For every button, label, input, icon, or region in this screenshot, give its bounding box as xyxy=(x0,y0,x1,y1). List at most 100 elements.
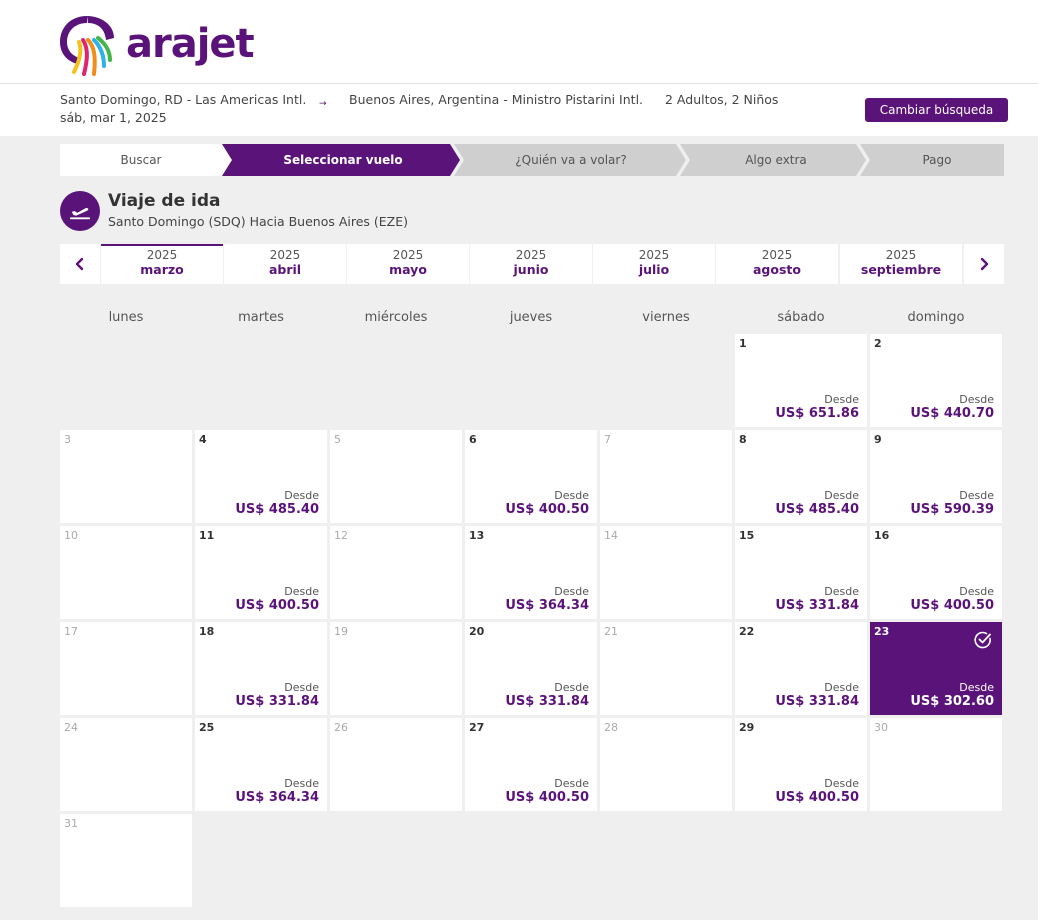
desde-label: Desde xyxy=(959,681,994,694)
change-search-button[interactable]: Cambiar búsqueda xyxy=(865,98,1008,122)
fare-price: US$ 651.86 xyxy=(775,406,859,421)
month-tab-abril[interactable]: 2025 abril xyxy=(224,244,346,284)
weekday-jueves: jueves xyxy=(509,310,553,325)
calendar-day-cell[interactable]: 22 Desde US$ 331.84 xyxy=(735,622,867,715)
fare-price: US$ 440.70 xyxy=(910,406,994,421)
fare-price: US$ 400.50 xyxy=(505,790,589,805)
day-number: 4 xyxy=(199,433,207,446)
month-tab-mayo[interactable]: 2025 mayo xyxy=(347,244,469,284)
calendar-day-cell[interactable]: 8 Desde US$ 485.40 xyxy=(735,430,867,523)
passengers-text: 2 Adultos, 2 Niños xyxy=(665,92,779,107)
desde-label: Desde xyxy=(554,585,589,598)
desde-label: Desde xyxy=(284,681,319,694)
calendar-day-cell: 12 xyxy=(330,526,462,619)
month-tab-junio[interactable]: 2025 junio xyxy=(470,244,592,284)
calendar-day-cell[interactable]: 25 Desde US$ 364.34 xyxy=(195,718,327,811)
day-number: 31 xyxy=(64,817,78,830)
fare-price: US$ 485.40 xyxy=(235,502,319,517)
desde-label: Desde xyxy=(284,489,319,502)
fare-price: US$ 400.50 xyxy=(910,598,994,613)
calendar-day-cell: 10 xyxy=(60,526,192,619)
calendar-day-cell[interactable]: 1 Desde US$ 651.86 xyxy=(735,334,867,427)
step-quien-va-a-volar: ¿Quién va a volar? xyxy=(515,153,627,167)
fare-price: US$ 400.50 xyxy=(235,598,319,613)
month-tab-agosto[interactable]: 2025 agosto xyxy=(716,244,838,284)
calendar-day-cell[interactable]: 11 Desde US$ 400.50 xyxy=(195,526,327,619)
desde-label: Desde xyxy=(554,777,589,790)
day-number: 15 xyxy=(739,529,755,542)
calendar-day-cell[interactable]: 4 Desde US$ 485.40 xyxy=(195,430,327,523)
desde-label: Desde xyxy=(284,777,319,790)
month-tab-julio[interactable]: 2025 julio xyxy=(593,244,715,284)
day-number: 10 xyxy=(64,529,78,542)
calendar-day-cell: 19 xyxy=(330,622,462,715)
chevron-left-icon xyxy=(75,257,84,271)
calendar-day-cell[interactable]: 13 Desde US$ 364.34 xyxy=(465,526,597,619)
calendar-day-cell: 30 xyxy=(870,718,1002,811)
fare-price: US$ 331.84 xyxy=(235,694,319,709)
calendar-day-cell[interactable]: 6 Desde US$ 400.50 xyxy=(465,430,597,523)
calendar-day-cell: 7 xyxy=(600,430,732,523)
calendar-day-cell[interactable]: 2 Desde US$ 440.70 xyxy=(870,334,1002,427)
day-number: 27 xyxy=(469,721,485,734)
calendar-day-cell: 31 xyxy=(60,814,192,907)
arajet-logo[interactable]: arajet xyxy=(58,12,255,78)
calendar-day-cell[interactable]: 27 Desde US$ 400.50 xyxy=(465,718,597,811)
next-month-button[interactable] xyxy=(964,244,1004,284)
calendar-day-cell[interactable]: 29 Desde US$ 400.50 xyxy=(735,718,867,811)
parrot-logo-icon xyxy=(60,16,114,76)
day-number: 23 xyxy=(874,625,890,638)
day-number: 17 xyxy=(64,625,78,638)
day-number: 26 xyxy=(334,721,348,734)
origin-text: Santo Domingo, RD - Las Americas Intl. xyxy=(60,92,307,107)
day-number: 7 xyxy=(604,433,611,446)
day-number: 22 xyxy=(739,625,755,638)
calendar-day-cell: 5 xyxy=(330,430,462,523)
day-number: 28 xyxy=(604,721,618,734)
day-number: 18 xyxy=(199,625,215,638)
fare-price: US$ 364.34 xyxy=(505,598,589,613)
calendar-day-cell[interactable]: 20 Desde US$ 331.84 xyxy=(465,622,597,715)
calendar-day-cell: 26 xyxy=(330,718,462,811)
weekday-lunes: lunes xyxy=(108,310,144,325)
desde-label: Desde xyxy=(824,489,859,502)
check-circle-icon xyxy=(974,631,991,649)
day-number: 3 xyxy=(64,433,71,446)
day-number: 30 xyxy=(874,721,888,734)
desde-label: Desde xyxy=(959,393,994,406)
step-pago: Pago xyxy=(922,153,952,167)
calendar-day-cell[interactable]: 9 Desde US$ 590.39 xyxy=(870,430,1002,523)
day-number: 8 xyxy=(739,433,747,446)
calendar-day-cell: 17 xyxy=(60,622,192,715)
calendar-day-cell[interactable]: 18 Desde US$ 331.84 xyxy=(195,622,327,715)
calendar-day-cell[interactable]: 23 Desde US$ 302.60 xyxy=(870,622,1002,715)
calendar-day-cell[interactable]: 16 Desde US$ 400.50 xyxy=(870,526,1002,619)
desde-label: Desde xyxy=(959,585,994,598)
day-number: 25 xyxy=(199,721,215,734)
step-buscar[interactable]: Buscar xyxy=(60,144,222,176)
fare-price: US$ 364.34 xyxy=(235,790,319,805)
month-tab-marzo[interactable]: 2025 marzo xyxy=(101,244,223,284)
calendar-day-cell: 28 xyxy=(600,718,732,811)
plane-takeoff-icon xyxy=(60,191,100,231)
day-number: 29 xyxy=(739,721,755,734)
calendar-day-cell: 14 xyxy=(600,526,732,619)
calendar-day-cell[interactable]: 15 Desde US$ 331.84 xyxy=(735,526,867,619)
weekday-martes: martes xyxy=(238,310,284,325)
desde-label: Desde xyxy=(824,777,859,790)
calendar-day-cell: 24 xyxy=(60,718,192,811)
day-number: 5 xyxy=(334,433,341,446)
fare-price: US$ 485.40 xyxy=(775,502,859,517)
prev-month-button[interactable] xyxy=(60,244,100,284)
weekday-viernes: viernes xyxy=(642,310,690,325)
day-number: 2 xyxy=(874,337,882,350)
day-number: 21 xyxy=(604,625,618,638)
step-seleccionar-vuelo: Seleccionar vuelo xyxy=(283,153,403,167)
top-header: arajet xyxy=(0,0,1038,84)
day-number: 9 xyxy=(874,433,882,446)
calendar-day-cell: 21 xyxy=(600,622,732,715)
booking-steps: Buscar Seleccionar vuelo ¿Quién va a vol… xyxy=(60,144,1004,176)
trip-route: Santo Domingo (SDQ) Hacia Buenos Aires (… xyxy=(108,214,409,229)
logo-wordmark: arajet xyxy=(126,21,255,67)
month-tab-septiembre[interactable]: 2025 septiembre xyxy=(840,244,962,284)
